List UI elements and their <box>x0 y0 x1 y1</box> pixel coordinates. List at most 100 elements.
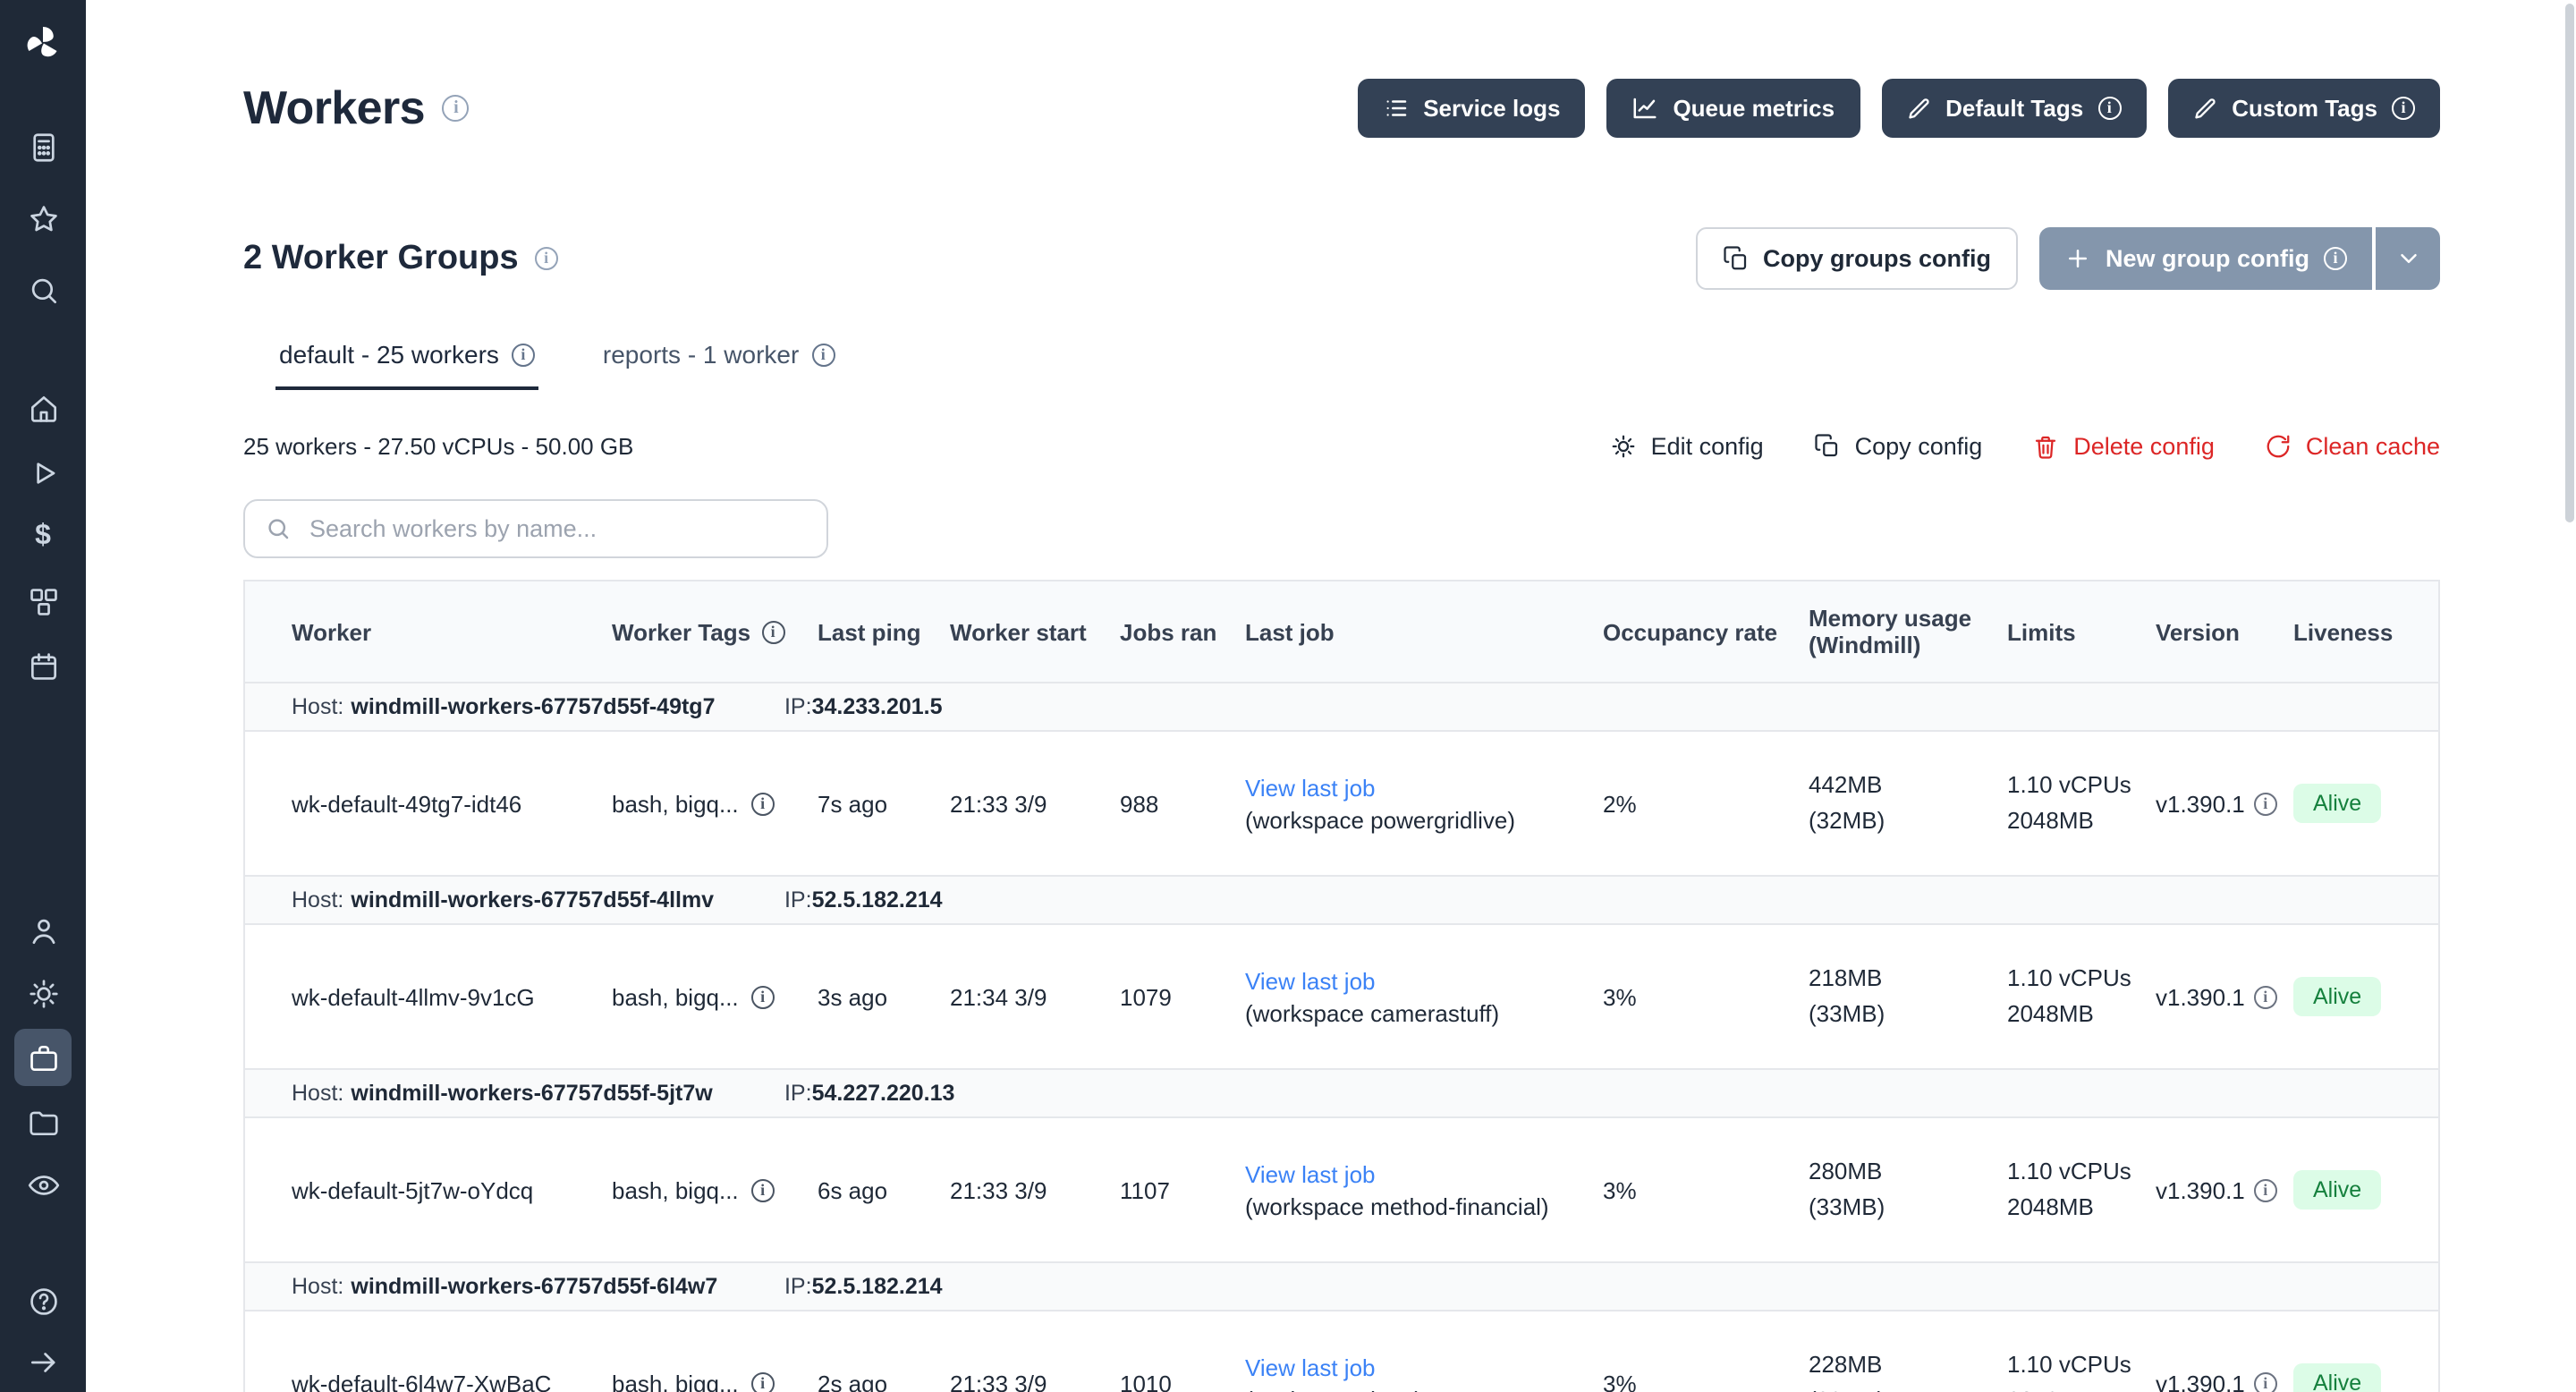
copy-config-button[interactable]: Copy config <box>1814 433 1983 460</box>
info-icon[interactable] <box>2324 247 2347 270</box>
help-circle-icon <box>26 1284 60 1318</box>
last-job-link[interactable]: View last job <box>1245 1160 1376 1187</box>
custom-tags-button[interactable]: Custom Tags <box>2167 79 2440 138</box>
sidebar-item-workers[interactable] <box>14 1029 72 1086</box>
memory-usage-windmill: (32MB) <box>1809 803 1993 839</box>
last-job-link[interactable]: View last job <box>1245 967 1376 994</box>
host-prefix: Host: <box>292 694 343 719</box>
info-icon[interactable] <box>751 985 775 1008</box>
host-prefix: Host: <box>292 1274 343 1299</box>
new-group-config-button[interactable]: New group config <box>2039 227 2372 290</box>
last-ping: 2s ago <box>818 1370 887 1392</box>
info-icon[interactable] <box>2254 1371 2277 1392</box>
table-header: Worker Worker Tags Last ping Worker star… <box>245 581 2438 683</box>
rotate-icon <box>2265 433 2292 460</box>
edit-config-button[interactable]: Edit config <box>1610 433 1764 460</box>
worker-row: wk-default-6l4w7-XwBaC bash, bigq... 2s … <box>245 1311 2438 1392</box>
scrollbar-track[interactable] <box>2563 0 2576 1392</box>
service-logs-button[interactable]: Service logs <box>1357 79 1585 138</box>
sidebar-item-settings[interactable] <box>16 966 70 1020</box>
jobs-ran: 1010 <box>1120 1370 1172 1392</box>
sidebar-item-help[interactable] <box>16 1274 70 1328</box>
info-icon[interactable] <box>2097 97 2121 120</box>
page-title: Workers <box>243 81 425 136</box>
sidebar-item-search[interactable] <box>16 263 70 317</box>
col-liveness: Liveness <box>2293 581 2438 683</box>
gear-icon <box>26 976 60 1010</box>
sidebar-item-workspace[interactable] <box>16 120 70 174</box>
home-icon <box>26 391 60 425</box>
info-icon[interactable] <box>535 247 558 270</box>
limit-memory: 2048MB <box>2007 1383 2141 1392</box>
last-job-link[interactable]: View last job <box>1245 774 1376 801</box>
info-icon[interactable] <box>2254 1178 2277 1201</box>
host-row: Host:windmill-workers-67757d55f-4llmv IP… <box>245 876 2438 924</box>
sidebar-item-users[interactable] <box>16 904 70 957</box>
sidebar-item-folders[interactable] <box>16 1095 70 1149</box>
info-icon[interactable] <box>811 343 835 366</box>
button-label: Copy groups config <box>1763 245 1991 272</box>
col-worker: Worker <box>245 581 612 683</box>
sidebar-mid-group: $ <box>16 381 70 692</box>
default-tags-button[interactable]: Default Tags <box>1881 79 2146 138</box>
info-icon[interactable] <box>2254 792 2277 815</box>
limit-cpus: 1.10 vCPUs <box>2007 961 2141 997</box>
host-row: Host:windmill-workers-67757d55f-49tg7 IP… <box>245 683 2438 731</box>
play-icon <box>26 455 60 489</box>
memory-usage-windmill: (28MB) <box>1809 1383 1993 1392</box>
memory-usage-windmill: (33MB) <box>1809 997 1993 1032</box>
clean-cache-button[interactable]: Clean cache <box>2265 433 2440 460</box>
sidebar-item-variables[interactable]: $ <box>16 510 70 564</box>
search-input[interactable] <box>306 514 807 544</box>
info-icon[interactable] <box>761 620 784 643</box>
sidebar-item-runs[interactable] <box>16 446 70 499</box>
arrow-right-icon <box>26 1345 60 1379</box>
info-icon[interactable] <box>2392 97 2415 120</box>
jobs-ran: 1079 <box>1120 983 1172 1010</box>
sidebar-item-favorites[interactable] <box>16 191 70 245</box>
sidebar-item-resources[interactable] <box>16 574 70 628</box>
limit-cpus: 1.10 vCPUs <box>2007 768 2141 803</box>
last-ping: 7s ago <box>818 790 887 817</box>
windmill-logo[interactable] <box>0 0 86 86</box>
workers-page: $ <box>0 0 2576 1392</box>
search-workers <box>243 499 828 558</box>
col-memory-usage: Memory usage (Windmill) <box>1809 581 2007 683</box>
worker-row: wk-default-49tg7-idt46 bash, bigq... 7s … <box>245 731 2438 876</box>
copy-groups-config-button[interactable]: Copy groups config <box>1695 227 2018 290</box>
scrollbar-thumb[interactable] <box>2565 4 2574 522</box>
liveness-badge: Alive <box>2293 784 2381 823</box>
info-icon[interactable] <box>2254 985 2277 1008</box>
sidebar-item-audit-logs[interactable] <box>16 1158 70 1211</box>
host-prefix: Host: <box>292 887 343 912</box>
last-job-link[interactable]: View last job <box>1245 1354 1376 1380</box>
sidebar-top-group <box>16 120 70 317</box>
occupancy-rate: 3% <box>1603 983 1637 1010</box>
memory-usage-windmill: (33MB) <box>1809 1190 1993 1226</box>
button-label: Queue metrics <box>1673 95 1835 122</box>
sidebar-item-schedules[interactable] <box>16 639 70 692</box>
tab-reports[interactable]: reports - 1 worker <box>599 340 838 390</box>
info-icon[interactable] <box>512 343 535 366</box>
delete-config-button[interactable]: Delete config <box>2032 433 2215 460</box>
dollar-icon: $ <box>35 522 51 551</box>
briefcase-icon <box>26 1040 60 1074</box>
info-icon[interactable] <box>751 792 775 815</box>
workers-table-body: Host:windmill-workers-67757d55f-49tg7 IP… <box>245 683 2438 1392</box>
sidebar-expand[interactable] <box>16 1335 70 1388</box>
new-group-config-dropdown[interactable] <box>2376 227 2440 290</box>
version: v1.390.1 <box>2156 983 2245 1010</box>
sidebar-item-home[interactable] <box>16 381 70 435</box>
button-label: Service logs <box>1423 95 1560 122</box>
worker-groups-title: 2 Worker Groups <box>243 239 519 278</box>
ip-value: 52.5.182.214 <box>812 1274 943 1299</box>
queue-metrics-button[interactable]: Queue metrics <box>1606 79 1860 138</box>
info-icon[interactable] <box>751 1178 775 1201</box>
info-icon[interactable] <box>443 95 470 122</box>
info-icon[interactable] <box>751 1371 775 1392</box>
pencil-icon <box>1906 96 1931 121</box>
version: v1.390.1 <box>2156 790 2245 817</box>
limit-memory: 2048MB <box>2007 1190 2141 1226</box>
ip-prefix: IP: <box>784 887 812 912</box>
tab-default[interactable]: default - 25 workers <box>275 340 538 390</box>
